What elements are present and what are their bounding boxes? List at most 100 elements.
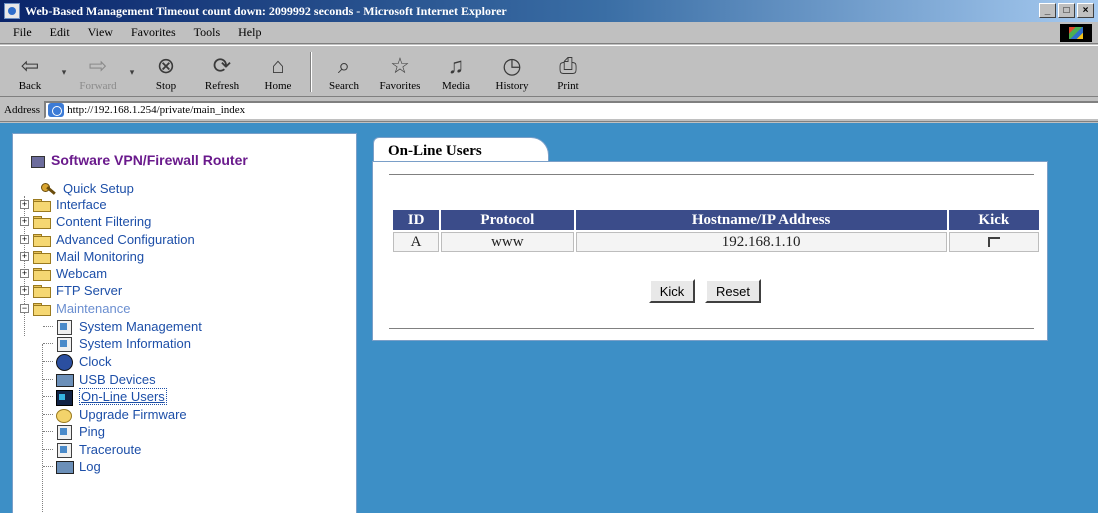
system-information-icon [55,336,73,352]
tree-connector [43,431,53,432]
expand-icon[interactable]: + [20,269,29,278]
nav-sidebar: Software VPN/Firewall Router Quick Setup… [12,133,357,513]
expand-icon[interactable]: + [20,252,29,261]
sidebar-header: Software VPN/Firewall Router [29,152,248,168]
divider [389,174,1034,176]
kick-button[interactable]: Kick [649,279,695,303]
favorites-label: Favorites [379,80,421,92]
media-label: Media [441,80,471,92]
refresh-button[interactable]: ⟳ Refresh [194,48,250,96]
column-header-host: Hostname/IP Address [575,210,947,230]
collapse-icon[interactable]: − [20,304,29,313]
folder-icon [33,215,51,229]
sidebar-item-clock[interactable]: Clock [55,353,112,371]
sidebar-item-ping[interactable]: Ping [55,423,105,440]
sidebar-item-traceroute[interactable]: Traceroute [55,441,141,458]
sidebar-item-quick-setup[interactable]: Quick Setup [39,180,134,197]
sidebar-item-mail-monitoring[interactable]: Mail Monitoring [33,248,144,265]
print-label: Print [557,80,579,92]
column-header-kick: Kick [948,210,1039,230]
ie-app-icon [4,3,20,19]
sidebar-item-content-filtering[interactable]: Content Filtering [33,213,151,230]
sidebar-item-system-information[interactable]: System Information [55,335,191,352]
menu-bar: File Edit View Favorites Tools Help [0,22,1098,44]
sidebar-item-label: On-Line Users [79,388,167,405]
tab-on-line-users[interactable]: On-Line Users [373,137,549,163]
reset-button[interactable]: Reset [705,279,761,303]
close-button[interactable]: × [1077,3,1094,18]
expand-icon[interactable]: + [20,200,29,209]
kick-checkbox[interactable] [987,237,1000,248]
expand-icon[interactable]: + [20,235,29,244]
folder-icon [33,233,51,247]
sidebar-item-usb-devices[interactable]: USB Devices [55,371,156,388]
stop-button[interactable]: ⊗ Stop [138,48,194,96]
search-button[interactable]: ⌕ Search [316,48,372,96]
sidebar-item-label: Upgrade Firmware [79,407,187,422]
cell-host: 192.168.1.10 [575,232,947,252]
forward-dropdown-icon[interactable]: ▾ [126,48,138,96]
sidebar-item-maintenance[interactable]: Maintenance [33,300,130,317]
expand-icon[interactable]: + [20,286,29,295]
sidebar-item-label: Interface [56,197,107,212]
sidebar-item-log[interactable]: Log [55,458,101,475]
window-controls: _ □ × [1039,3,1094,18]
back-dropdown-icon[interactable]: ▾ [58,48,70,96]
forward-label: Forward [79,80,117,92]
menu-view[interactable]: View [79,25,122,40]
back-label: Back [18,80,42,92]
sidebar-item-label: Content Filtering [56,214,152,229]
print-button[interactable]: ⎙ Print [540,48,596,96]
menu-favorites[interactable]: Favorites [122,25,185,40]
upgrade-firmware-icon [55,407,73,423]
media-button[interactable]: ♫ Media [428,48,484,96]
address-url[interactable]: http://192.168.1.254/private/main_index [67,104,245,116]
table-row: A www 192.168.1.10 [393,232,1039,252]
history-button[interactable]: ◷ History [484,48,540,96]
history-label: History [495,80,529,92]
table-header-row: ID Protocol Hostname/IP Address Kick [393,210,1039,230]
sidebar-item-interface[interactable]: Interface [33,196,107,213]
home-button[interactable]: ⌂ Home [250,48,306,96]
favorites-icon: ☆ [390,53,410,78]
sidebar-item-label: System Information [79,336,191,351]
history-icon: ◷ [502,53,522,78]
key-icon [39,181,57,197]
address-input[interactable]: http://192.168.1.254/private/main_index … [44,100,1098,119]
column-header-protocol: Protocol [441,210,574,230]
page-content: Software VPN/Firewall Router Quick Setup… [0,123,1098,513]
menu-help[interactable]: Help [229,25,270,40]
sidebar-item-label: Clock [79,354,112,369]
tree-connector [43,361,53,362]
clock-icon [55,353,73,371]
sidebar-item-label: Ping [79,424,106,439]
media-icon: ♫ [447,53,465,78]
forward-button[interactable]: ⇨ Forward [70,48,126,96]
tree-connector [42,344,43,513]
menu-tools[interactable]: Tools [185,25,230,40]
sidebar-item-webcam[interactable]: Webcam [33,265,107,282]
page-icon [48,102,65,117]
maximize-button[interactable]: □ [1058,3,1075,18]
search-icon: ⌕ [337,53,351,78]
online-users-panel: ID Protocol Hostname/IP Address Kick A w… [372,161,1048,341]
back-button[interactable]: ⇦ Back [2,48,58,96]
toolbar-separator [310,52,312,92]
refresh-icon: ⟳ [212,53,232,78]
expand-icon[interactable]: + [20,217,29,226]
sidebar-item-system-management[interactable]: System Management [55,318,202,335]
sidebar-item-ftp-server[interactable]: FTP Server [33,282,122,299]
stop-label: Stop [155,80,177,92]
address-bar: Address http://192.168.1.254/private/mai… [0,98,1098,122]
stop-icon: ⊗ [156,53,176,78]
sidebar-item-advanced-configuration[interactable]: Advanced Configuration [33,231,195,248]
refresh-label: Refresh [204,80,240,92]
menu-file[interactable]: File [4,25,41,40]
menu-edit[interactable]: Edit [41,25,79,40]
address-label: Address [4,103,41,116]
sidebar-item-upgrade-firmware[interactable]: Upgrade Firmware [55,406,187,423]
minimize-button[interactable]: _ [1039,3,1056,18]
sidebar-item-on-line-users[interactable]: On-Line Users [55,388,167,406]
favorites-button[interactable]: ☆ Favorites [372,48,428,96]
usb-devices-icon [55,372,74,388]
